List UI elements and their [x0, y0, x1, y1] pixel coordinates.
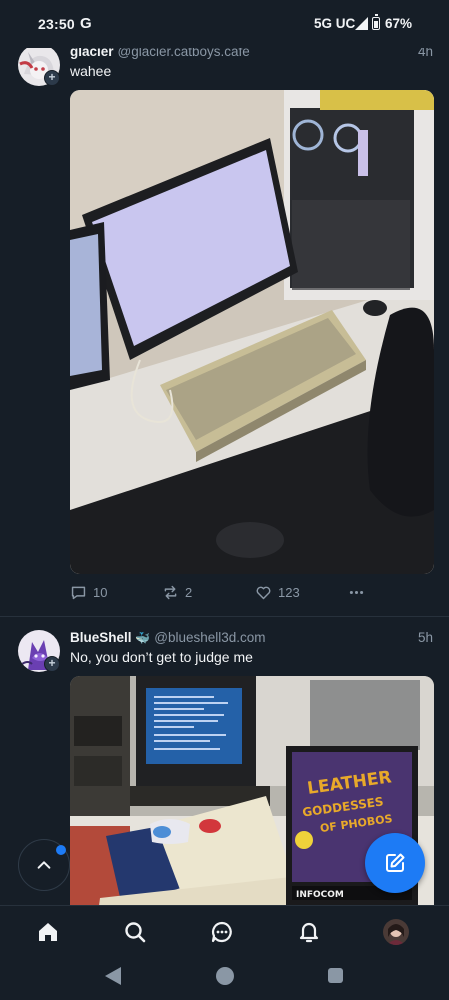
like-button[interactable]: 123: [255, 584, 300, 601]
like-count: 123: [278, 585, 300, 600]
nav-notifications[interactable]: [295, 918, 323, 946]
system-navigation: [0, 957, 449, 1000]
author-handle[interactable]: @blueshell3d.com: [154, 630, 265, 645]
nav-home[interactable]: [34, 918, 62, 946]
search-icon: [125, 922, 146, 943]
nav-search[interactable]: [121, 918, 149, 946]
compose-icon: [386, 853, 405, 872]
post-image[interactable]: [70, 90, 434, 574]
post-divider: [0, 616, 449, 617]
more-icon: [349, 590, 364, 595]
bell-icon: [299, 922, 319, 943]
desk-photo-icon: [70, 90, 434, 574]
post-time: 5h: [417, 630, 433, 645]
whale-emoji-icon: 🐳: [135, 631, 151, 645]
heart-icon: [256, 586, 271, 600]
post-actions: 10 2 123: [70, 584, 434, 604]
bottom-navigation: [0, 905, 449, 957]
scroll-to-top-button[interactable]: [18, 839, 70, 891]
post-text: wahee: [70, 63, 112, 79]
repost-count: 2: [185, 585, 193, 600]
home-icon: [39, 923, 57, 941]
signal-icon: [355, 17, 368, 30]
back-icon[interactable]: [105, 967, 121, 985]
nav-profile-avatar[interactable]: [383, 919, 409, 945]
svg-text:INFOCOM: INFOCOM: [296, 890, 344, 900]
more-options-button[interactable]: [348, 584, 371, 601]
repost-icon: [164, 585, 177, 600]
recents-square-icon[interactable]: [328, 968, 343, 983]
home-circle-icon[interactable]: [216, 967, 234, 985]
follow-plus-icon[interactable]: +: [44, 656, 60, 672]
compose-button[interactable]: [365, 833, 425, 893]
new-posts-indicator: [56, 845, 66, 855]
reply-icon: [71, 586, 86, 600]
status-time: 23:50: [38, 16, 75, 32]
post-header: BlueShell 🐳 @blueshell3d.com: [70, 630, 266, 645]
profile-avatar-icon: [383, 919, 409, 945]
reply-button[interactable]: 10: [70, 584, 107, 601]
post-text: No, you don’t get to judge me: [70, 649, 253, 665]
follow-plus-icon[interactable]: +: [44, 70, 60, 86]
google-icon: G: [80, 15, 92, 32]
nav-chat[interactable]: [208, 918, 236, 946]
author-name[interactable]: BlueShell: [70, 630, 132, 645]
battery-level: 67%: [385, 16, 413, 31]
battery-icon: [372, 14, 380, 30]
network-label: 5G UC: [314, 16, 356, 31]
chevron-up-icon: [37, 861, 51, 869]
status-bar: 23:50 G 5G UC 67%: [0, 0, 449, 48]
chat-icon: [211, 921, 232, 943]
reply-count: 10: [93, 585, 108, 600]
repost-button[interactable]: 2: [162, 584, 192, 601]
feed[interactable]: + glacier@glacier.catboys.cafe 4h wahee: [0, 0, 449, 905]
